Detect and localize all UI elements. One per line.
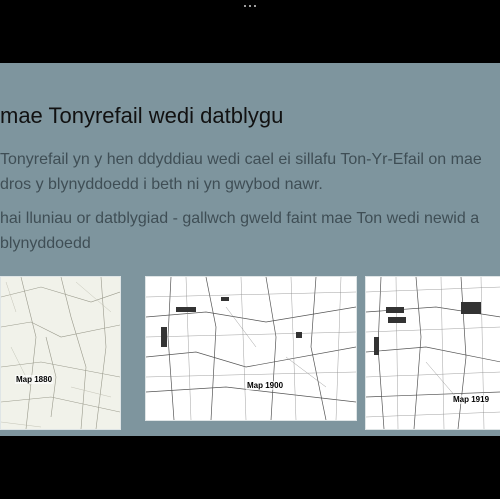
paragraph-1-line-1: Tonyrefail yn y hen ddyddiau wedi cael e… — [0, 151, 482, 168]
more-dots-icon[interactable] — [0, 2, 500, 10]
map-1919-drawing — [366, 277, 500, 429]
map-1919-label: Map 1919 — [452, 395, 491, 404]
map-1900-drawing — [146, 277, 356, 420]
presentation-slide: mae Tonyrefail wedi datblygu Tonyrefail … — [0, 63, 500, 436]
paragraph-1-line-2: dros y blynyddoedd i beth ni yn gwybod n… — [0, 176, 323, 193]
map-1900-label: Map 1900 — [246, 381, 285, 390]
map-1880-label: Map 1880 — [15, 375, 54, 384]
map-1919-image: Map 1919 — [365, 276, 500, 430]
slide-title: mae Tonyrefail wedi datblygu — [0, 103, 284, 128]
map-1900-image: Map 1900 — [145, 276, 357, 421]
paragraph-2-line-1: hai lluniau or datblygiad - gallwch gwel… — [0, 210, 480, 227]
map-1880-image: Map 1880 — [0, 276, 121, 430]
map-1880-drawing — [1, 277, 120, 429]
paragraph-2-line-2: blynyddoedd — [0, 235, 91, 252]
